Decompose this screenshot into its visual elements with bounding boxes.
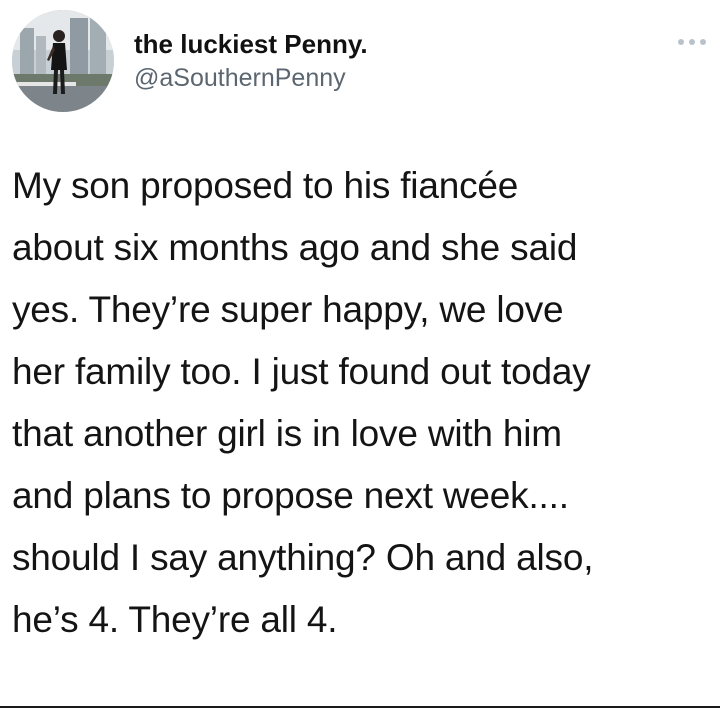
tweet-screenshot: the luckiest Penny. @aSouthernPenny My s… — [0, 0, 720, 712]
ellipsis-dot — [689, 39, 695, 45]
tweet-text-line: My son proposed to his fiancée — [12, 165, 519, 206]
tweet-text-line: and plans to propose next week.... — [12, 475, 569, 516]
tweet-text-line: about six months ago and she said — [12, 227, 578, 268]
bottom-divider — [0, 706, 720, 708]
tweet-text-line: he’s 4. They’re all 4. — [12, 599, 338, 640]
tweet-text-line: yes. They’re super happy, we love — [12, 289, 564, 330]
tweet-text-line: should I say anything? Oh and also, — [12, 537, 594, 578]
tweet-text-line: that another girl is in love with him — [12, 413, 562, 454]
author-display-name[interactable]: the luckiest Penny. — [134, 28, 368, 60]
tweet-text: My son proposed to his fiancée about six… — [12, 155, 712, 651]
ellipsis-dot — [678, 39, 684, 45]
ellipsis-icon[interactable] — [678, 38, 706, 46]
profile-photo-icon — [12, 10, 114, 112]
ellipsis-dot — [700, 39, 706, 45]
tweet-text-line: her family too. I just found out today — [12, 351, 591, 392]
avatar[interactable] — [12, 10, 114, 112]
author-handle[interactable]: @aSouthernPenny — [134, 62, 368, 94]
tweet-header: the luckiest Penny. @aSouthernPenny — [12, 10, 708, 114]
author-info: the luckiest Penny. @aSouthernPenny — [134, 28, 368, 94]
